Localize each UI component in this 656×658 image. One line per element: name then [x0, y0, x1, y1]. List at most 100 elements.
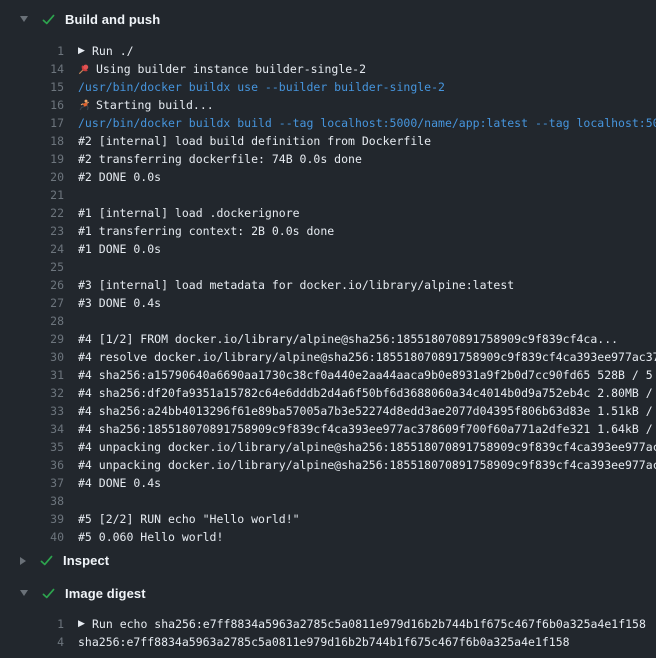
- line-number[interactable]: 18: [0, 132, 64, 150]
- log-text-value: /usr/bin/docker buildx use --builder bui…: [78, 78, 445, 96]
- expand-run-icon[interactable]: ▶: [78, 42, 92, 60]
- log-line: 37 #4 DONE 0.4s: [0, 474, 656, 492]
- log-text: #4 resolve docker.io/library/alpine@sha2…: [78, 348, 656, 366]
- log-text-value: sha256:e7ff8834a5963a2785c5a0811e979d16b…: [78, 633, 570, 651]
- log-line: 21: [0, 186, 656, 204]
- log-text-value: #4 sha256:a15790640a6690aa1730c38cf0a440…: [78, 366, 653, 384]
- chevron-down-icon: [20, 16, 28, 22]
- log-text: #4 [1/2] FROM docker.io/library/alpine@s…: [78, 330, 618, 348]
- line-number[interactable]: 36: [0, 456, 64, 474]
- log-line: 17/usr/bin/docker buildx build --tag loc…: [0, 114, 656, 132]
- line-number[interactable]: 28: [0, 312, 64, 330]
- line-number[interactable]: 34: [0, 420, 64, 438]
- check-icon: [41, 12, 56, 27]
- section-title: Image digest: [65, 586, 146, 601]
- line-number[interactable]: 40: [0, 528, 64, 546]
- log-text-value: #4 sha256:185518070891758909c9f839cf4ca3…: [78, 420, 653, 438]
- log-text-value: Starting build...: [96, 96, 214, 114]
- line-number[interactable]: 30: [0, 348, 64, 366]
- log-text-value: #4 DONE 0.4s: [78, 474, 161, 492]
- log-text: /usr/bin/docker buildx build --tag local…: [78, 114, 656, 132]
- line-number[interactable]: 25: [0, 258, 64, 276]
- expand-run-icon[interactable]: ▶: [78, 615, 92, 633]
- log-text: #4 sha256:a15790640a6690aa1730c38cf0a440…: [78, 366, 653, 384]
- log-line: 4 sha256:e7ff8834a5963a2785c5a0811e979d16…: [0, 633, 656, 651]
- log-text: #4 unpacking docker.io/library/alpine@sh…: [78, 456, 656, 474]
- log-text-value: #2 transferring dockerfile: 74B 0.0s don…: [78, 150, 362, 168]
- log-text: #4 sha256:185518070891758909c9f839cf4ca3…: [78, 420, 653, 438]
- line-number[interactable]: 37: [0, 474, 64, 492]
- section-body-image-digest: 1 ▶Run echo sha256:e7ff8834a5963a2785c5a0…: [0, 611, 656, 658]
- log-text: #4 sha256:a24bb4013296f61e89ba57005a7b3e…: [78, 402, 653, 420]
- line-number[interactable]: 31: [0, 366, 64, 384]
- line-number[interactable]: 19: [0, 150, 64, 168]
- log-text: /usr/bin/docker buildx use --builder bui…: [78, 78, 445, 96]
- line-number[interactable]: 35: [0, 438, 64, 456]
- log-line: 32 #4 sha256:df20fa9351a15782c64e6dddb2d4…: [0, 384, 656, 402]
- log-line: 14 Using builder instance builder-single-…: [0, 60, 656, 78]
- line-number[interactable]: 24: [0, 240, 64, 258]
- line-number[interactable]: 39: [0, 510, 64, 528]
- line-number[interactable]: 1: [0, 615, 64, 633]
- line-number[interactable]: 23: [0, 222, 64, 240]
- line-number[interactable]: 14: [0, 60, 64, 78]
- log-line: 19 #2 transferring dockerfile: 74B 0.0s d…: [0, 150, 656, 168]
- log-text-value: #4 sha256:df20fa9351a15782c64e6dddb2d4a6…: [78, 384, 653, 402]
- line-number[interactable]: 17: [0, 114, 64, 132]
- log-text: #3 [internal] load metadata for docker.i…: [78, 276, 514, 294]
- log-text-value: #4 [1/2] FROM docker.io/library/alpine@s…: [78, 330, 618, 348]
- chevron-right-icon: [20, 557, 26, 565]
- line-number[interactable]: 27: [0, 294, 64, 312]
- log-line: 1 ▶Run echo sha256:e7ff8834a5963a2785c5a0…: [0, 615, 656, 633]
- log-line: 24 #1 DONE 0.0s: [0, 240, 656, 258]
- line-number[interactable]: 33: [0, 402, 64, 420]
- section-inspect: Inspect: [0, 546, 656, 575]
- log-line: 30 #4 resolve docker.io/library/alpine@sh…: [0, 348, 656, 366]
- line-number[interactable]: 29: [0, 330, 64, 348]
- log-line: 22 #1 [internal] load .dockerignore: [0, 204, 656, 222]
- line-number[interactable]: 32: [0, 384, 64, 402]
- log-text-value: #3 [internal] load metadata for docker.i…: [78, 276, 514, 294]
- log-text-value: #3 DONE 0.4s: [78, 294, 161, 312]
- log-text-value: #1 transferring context: 2B 0.0s done: [78, 222, 334, 240]
- line-number[interactable]: 16: [0, 96, 64, 114]
- log-line: 20 #2 DONE 0.0s: [0, 168, 656, 186]
- section-header-image-digest[interactable]: Image digest: [0, 575, 656, 611]
- log-line: 18 #2 [internal] load build definition fr…: [0, 132, 656, 150]
- log-text-value: #1 DONE 0.0s: [78, 240, 161, 258]
- section-header-inspect[interactable]: Inspect: [0, 546, 656, 575]
- log-text-value: Run ./: [92, 42, 134, 60]
- log-text-value: /usr/bin/docker buildx build --tag local…: [78, 114, 656, 132]
- runner-icon: [78, 99, 90, 111]
- line-number[interactable]: 20: [0, 168, 64, 186]
- section-header-build-and-push[interactable]: Build and push: [0, 0, 656, 38]
- log-text-value: #4 unpacking docker.io/library/alpine@sh…: [78, 456, 656, 474]
- check-icon: [39, 553, 54, 568]
- log-text-value: #2 [internal] load build definition from…: [78, 132, 431, 150]
- section-build-and-push: Build and push 1 ▶Run ./ 14 Using builder in…: [0, 0, 656, 546]
- log-text: #2 DONE 0.0s: [78, 168, 161, 186]
- log-text: #5 [2/2] RUN echo "Hello world!": [78, 510, 300, 528]
- line-number[interactable]: 22: [0, 204, 64, 222]
- log-text: #1 [internal] load .dockerignore: [78, 204, 300, 222]
- log-line: 1 ▶Run ./: [0, 42, 656, 60]
- line-number[interactable]: 26: [0, 276, 64, 294]
- log-text-value: Using builder instance builder-single-2: [96, 60, 366, 78]
- log-line: 36 #4 unpacking docker.io/library/alpine@…: [0, 456, 656, 474]
- log-text-value: #4 unpacking docker.io/library/alpine@sh…: [78, 438, 656, 456]
- line-number[interactable]: 15: [0, 78, 64, 96]
- log-text: sha256:e7ff8834a5963a2785c5a0811e979d16b…: [78, 633, 570, 651]
- log-line: 33 #4 sha256:a24bb4013296f61e89ba57005a7b…: [0, 402, 656, 420]
- log-line: 27 #3 DONE 0.4s: [0, 294, 656, 312]
- line-number[interactable]: 38: [0, 492, 64, 510]
- log-line: 28: [0, 312, 656, 330]
- log-text: ▶Run echo sha256:e7ff8834a5963a2785c5a08…: [78, 615, 646, 633]
- line-number[interactable]: 21: [0, 186, 64, 204]
- log-line: 26 #3 [internal] load metadata for docker…: [0, 276, 656, 294]
- line-number[interactable]: 4: [0, 633, 64, 651]
- log-text-value: #5 0.060 Hello world!: [78, 528, 223, 546]
- line-number[interactable]: 1: [0, 42, 64, 60]
- chevron-down-icon: [20, 590, 28, 596]
- log-text: #2 transferring dockerfile: 74B 0.0s don…: [78, 150, 362, 168]
- log-line: 34 #4 sha256:185518070891758909c9f839cf4c…: [0, 420, 656, 438]
